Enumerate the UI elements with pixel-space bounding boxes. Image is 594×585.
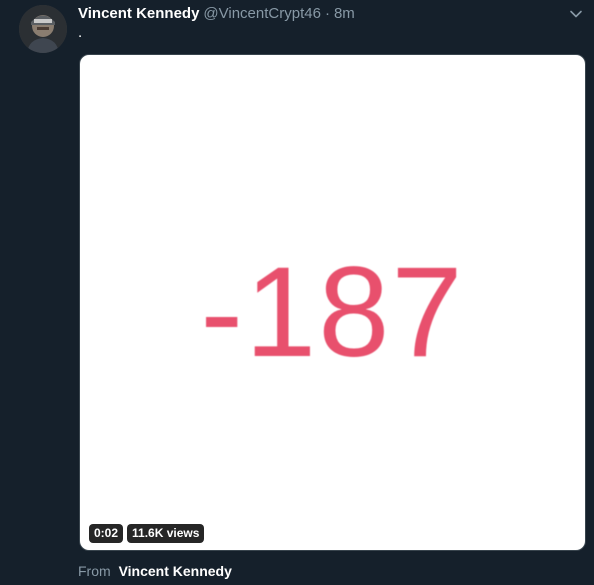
video-source: From Vincent Kennedy — [78, 563, 232, 579]
source-prefix: From — [78, 563, 111, 579]
video-badges: 0:02 11.6K views — [89, 524, 205, 543]
tweet: Vincent Kennedy @VincentCrypt46 · 8m . -… — [0, 0, 594, 585]
avatar-image — [19, 5, 67, 53]
video-media[interactable]: -187 0:02 11.6K views — [79, 54, 586, 551]
author-handle[interactable]: @VincentCrypt46 — [203, 5, 321, 22]
avatar[interactable] — [19, 5, 67, 53]
separator-dot: · — [324, 5, 330, 22]
tweet-timestamp[interactable]: 8m — [334, 5, 355, 22]
video-frame-text: -187 — [200, 241, 465, 384]
chevron-down-icon[interactable] — [568, 6, 584, 22]
tweet-header: Vincent Kennedy @VincentCrypt46 · 8m — [78, 5, 355, 25]
author-display-name[interactable]: Vincent Kennedy — [78, 5, 199, 22]
source-author-link[interactable]: Vincent Kennedy — [119, 563, 232, 579]
video-duration-badge: 0:02 — [89, 524, 124, 543]
tweet-text: . — [78, 24, 83, 41]
video-views-badge: 11.6K views — [127, 524, 205, 543]
